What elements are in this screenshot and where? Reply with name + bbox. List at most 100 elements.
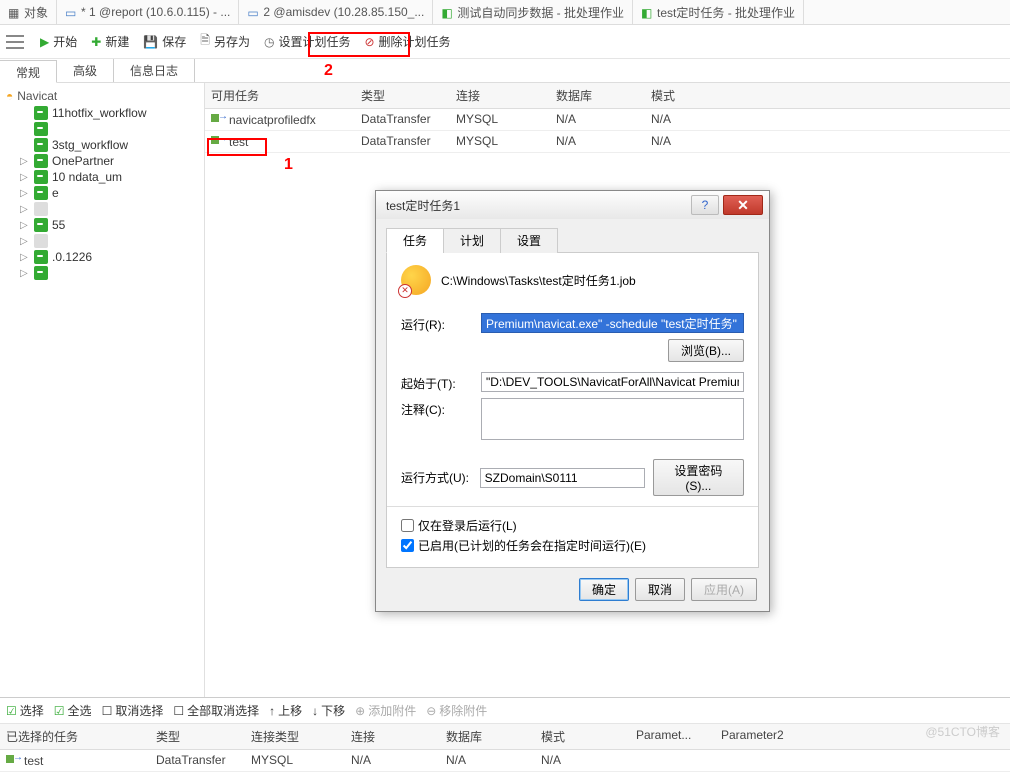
col-param1[interactable]: Paramet...: [630, 724, 715, 749]
tree-item[interactable]: 11hotfix_workflow: [2, 105, 202, 121]
new-icon: ✚: [91, 35, 101, 49]
db-icon: [34, 106, 48, 120]
tree-item[interactable]: [2, 121, 202, 137]
dialog-titlebar[interactable]: test定时任务1 ? ✕: [376, 191, 769, 219]
grid-header: 可用任务 类型 连接 数据库 模式: [205, 83, 1010, 109]
tree-root[interactable]: ◓Navicat: [2, 87, 202, 105]
only-logged-on-checkbox[interactable]: [401, 519, 414, 532]
enabled-checkbox[interactable]: [401, 539, 414, 552]
sidebar-tree[interactable]: ◓Navicat 11hotfix_workflow 3stg_workflow…: [0, 83, 205, 697]
query-icon: ▭: [247, 6, 259, 18]
sub-tabs: 常规 高级 信息日志: [0, 59, 1010, 83]
ok-button[interactable]: 确定: [579, 578, 629, 601]
col-mode[interactable]: 模式: [645, 83, 740, 108]
select-all-button[interactable]: ☑全选: [54, 702, 92, 719]
col-selected-task[interactable]: 已选择的任务: [0, 724, 150, 749]
tree-item[interactable]: ▷: [2, 265, 202, 281]
save-as-button[interactable]: 🗎另存为: [194, 27, 256, 56]
col-conn-type[interactable]: 连接类型: [245, 724, 345, 749]
move-up-button[interactable]: ↑上移: [269, 702, 302, 719]
deselect-all-button[interactable]: ☐全部取消选择: [173, 702, 259, 719]
db-icon: [34, 202, 48, 216]
add-attachment-button[interactable]: ⊕添加附件: [355, 702, 416, 719]
dialog-buttons: 确定 取消 应用(A): [376, 568, 769, 611]
document-tabs: ▦对象 ▭* 1 @report (10.6.0.115) - ... ▭2 @…: [0, 0, 1010, 25]
col-conn[interactable]: 连接: [345, 724, 440, 749]
table-row[interactable]: test DataTransfer MYSQL N/A N/A: [205, 131, 1010, 153]
tab-settings[interactable]: 设置: [500, 228, 558, 253]
enabled-label: 已启用(已计划的任务会在指定时间运行)(E): [418, 537, 646, 554]
remove-attachment-button[interactable]: ⊖移除附件: [426, 702, 487, 719]
table-icon: ▦: [8, 6, 20, 18]
tree-item[interactable]: ▷ e: [2, 185, 202, 201]
tab-report[interactable]: ▭* 1 @report (10.6.0.115) - ...: [57, 0, 239, 24]
comment-label: 注释(C):: [401, 398, 481, 418]
start-in-input[interactable]: [481, 372, 744, 392]
tab-task[interactable]: 任务: [386, 228, 444, 253]
delete-icon: ⊘: [364, 35, 374, 49]
tab-schedule[interactable]: 计划: [443, 228, 501, 253]
arrow-up-icon: ↑: [269, 704, 275, 718]
col-db[interactable]: 数据库: [550, 83, 645, 108]
col-conn[interactable]: 连接: [450, 83, 550, 108]
run-label: 运行(R):: [401, 313, 481, 333]
only-logged-on-label: 仅在登录后运行(L): [418, 517, 517, 534]
table-row[interactable]: test DataTransfer MYSQL N/A N/A N/A: [0, 750, 1010, 772]
bottom-toolbar: ☑选择 ☑全选 ☐取消选择 ☐全部取消选择 ↑上移 ↓下移 ⊕添加附件 ⊖移除附…: [0, 698, 1010, 724]
set-schedule-button[interactable]: ◷设置计划任务: [258, 29, 357, 54]
db-icon: [34, 266, 48, 280]
dialog-title: test定时任务1: [386, 197, 691, 214]
tab-general[interactable]: 常规: [0, 60, 57, 83]
save-as-icon: 🗎: [200, 31, 210, 52]
run-as-input[interactable]: [480, 468, 645, 488]
transfer-icon: [211, 134, 225, 146]
tree-item[interactable]: ▷ 55: [2, 217, 202, 233]
job-icon: [401, 265, 431, 295]
tab-objects[interactable]: ▦对象: [0, 0, 57, 24]
tree-item[interactable]: ▷OnePartner: [2, 153, 202, 169]
tree-item[interactable]: ▷ .0.1226: [2, 249, 202, 265]
select-button[interactable]: ☑选择: [6, 702, 44, 719]
comment-input[interactable]: [481, 398, 744, 440]
browse-button[interactable]: 浏览(B)...: [668, 339, 744, 362]
table-row[interactable]: navicatprofiledfx DataTransfer MYSQL N/A…: [205, 109, 1010, 131]
move-down-button[interactable]: ↓下移: [312, 702, 345, 719]
save-icon: 💾: [143, 35, 158, 49]
run-as-label: 运行方式(U):: [401, 469, 472, 486]
new-button[interactable]: ✚新建: [85, 29, 135, 54]
transfer-icon: [6, 753, 20, 765]
tab-log[interactable]: 信息日志: [114, 59, 195, 82]
menu-icon[interactable]: [6, 35, 24, 49]
col-type[interactable]: 类型: [150, 724, 245, 749]
run-input[interactable]: [481, 313, 744, 333]
help-button[interactable]: ?: [691, 195, 719, 215]
clock-icon: ◷: [264, 35, 274, 49]
tree-item[interactable]: 3stg_workflow: [2, 137, 202, 153]
main-toolbar: ▶开始 ✚新建 💾保存 🗎另存为 ◷设置计划任务 ⊘删除计划任务: [0, 25, 1010, 59]
arrow-down-icon: ↓: [312, 704, 318, 718]
col-type[interactable]: 类型: [355, 83, 450, 108]
cancel-button[interactable]: 取消: [635, 578, 685, 601]
tab-batch-test[interactable]: ◧test定时任务 - 批处理作业: [633, 0, 804, 24]
col-mode[interactable]: 模式: [535, 724, 630, 749]
tree-item[interactable]: ▷10 ndata_um: [2, 169, 202, 185]
tab-advanced[interactable]: 高级: [57, 59, 114, 82]
tab-batch-sync[interactable]: ◧测试自动同步数据 - 批处理作业: [433, 0, 633, 24]
tab-amisdev[interactable]: ▭2 @amisdev (10.28.85.150_...: [239, 0, 433, 24]
save-button[interactable]: 💾保存: [137, 29, 192, 54]
tree-item[interactable]: ▷: [2, 201, 202, 217]
col-db[interactable]: 数据库: [440, 724, 535, 749]
col-param2[interactable]: Parameter2: [715, 724, 810, 749]
delete-schedule-button[interactable]: ⊘删除计划任务: [358, 29, 456, 54]
tree-item[interactable]: ▷: [2, 233, 202, 249]
check-icon: ☑: [6, 704, 17, 718]
deselect-button[interactable]: ☐取消选择: [102, 702, 164, 719]
close-button[interactable]: ✕: [723, 195, 763, 215]
col-task[interactable]: 可用任务: [205, 83, 355, 108]
start-button[interactable]: ▶开始: [34, 29, 83, 54]
uncheck-all-icon: ☐: [173, 704, 184, 718]
apply-button[interactable]: 应用(A): [691, 578, 757, 601]
watermark: @51CTO博客: [925, 723, 1000, 740]
set-password-button[interactable]: 设置密码(S)...: [653, 459, 744, 496]
db-icon: [34, 186, 48, 200]
